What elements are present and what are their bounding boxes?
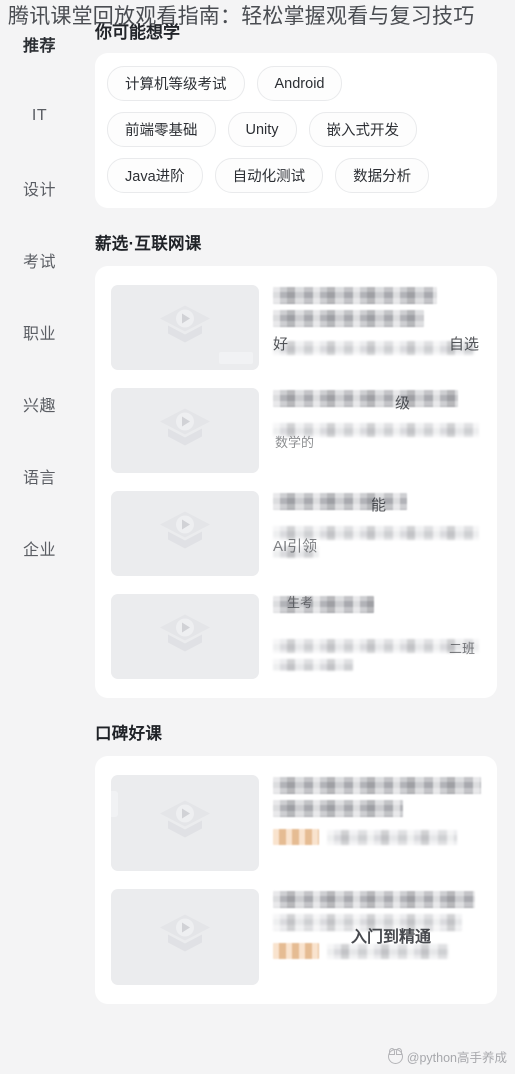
course-placeholder-icon <box>154 505 216 562</box>
course-info: 生考 二班 <box>273 594 483 677</box>
course-placeholder-icon <box>154 909 216 966</box>
course-list-item[interactable]: 级 数学的 <box>95 379 497 482</box>
course-subtitle-redacted <box>327 943 449 959</box>
course-thumbnail <box>111 388 259 473</box>
suggested-tags-card: 计算机等级考试 Android 前端零基础 Unity 嵌入式开发 Java进阶… <box>95 53 497 208</box>
course-thumbnail <box>111 889 259 985</box>
course-info: 能 AI引领 <box>273 491 483 564</box>
course-thumbnail <box>111 491 259 576</box>
tag-chip-frontend-basics[interactable]: 前端零基础 <box>107 112 216 147</box>
category-sidebar: 推荐 IT 设计 考试 职业 兴趣 语言 企业 <box>0 0 79 1074</box>
page-title: 你可能想学 <box>95 23 180 42</box>
course-subtitle-redacted <box>273 423 479 437</box>
sidebar-item-language[interactable]: 语言 <box>0 440 79 512</box>
thumbnail-corner-tag <box>219 352 253 364</box>
course-title-redacted <box>273 891 475 908</box>
sidebar-item-label: 考试 <box>22 254 56 271</box>
panda-avatar-icon <box>387 1048 403 1064</box>
sidebar-item-label: 兴趣 <box>22 398 56 415</box>
course-info: 级 数学的 <box>273 388 483 450</box>
course-subtitle-redacted <box>273 659 353 671</box>
sidebar-item-label: 职业 <box>22 326 56 343</box>
course-promo-line <box>273 943 483 959</box>
promo-badge-redacted <box>273 829 319 845</box>
sidebar-item-label: 语言 <box>22 470 56 487</box>
sidebar-item-label: 推荐 <box>22 38 56 55</box>
tag-row: 前端零基础 Unity 嵌入式开发 <box>107 112 485 147</box>
course-title-redacted <box>273 777 481 794</box>
thumbnail-ribbon <box>111 791 118 817</box>
tag-chip-automation-testing[interactable]: 自动化测试 <box>214 158 324 193</box>
tag-chip-unity[interactable]: Unity <box>227 112 297 147</box>
course-list-item[interactable]: 好 自选 <box>95 276 497 379</box>
tag-row: Java进阶 自动化测试 数据分析 <box>107 158 485 193</box>
sidebar-item-interest[interactable]: 兴趣 <box>0 368 79 440</box>
tag-chip-computer-exam[interactable]: 计算机等级考试 <box>107 66 245 101</box>
course-placeholder-icon <box>154 795 216 852</box>
course-list-item[interactable]: 生考 二班 <box>95 585 497 688</box>
sidebar-item-design[interactable]: 设计 <box>0 152 79 224</box>
promo-badge-redacted <box>273 943 319 959</box>
sidebar-item-label: 企业 <box>22 542 56 559</box>
course-app-screen: 推荐 IT 设计 考试 职业 兴趣 语言 企业 你可能想学 计算机等级考试 An… <box>0 0 515 1074</box>
course-subtitle-redacted <box>273 639 479 653</box>
course-info: 入门到精通 <box>273 889 483 959</box>
course-placeholder-icon <box>154 608 216 665</box>
tag-row: 计算机等级考试 Android <box>107 66 485 101</box>
section-title-internet-courses: 薪选·互联网课 <box>95 235 202 253</box>
sidebar-item-recommend[interactable]: 推荐 <box>0 8 79 80</box>
tag-chip-android[interactable]: Android <box>256 66 343 101</box>
course-title-redacted <box>273 287 437 304</box>
sidebar-item-label: IT <box>31 107 48 124</box>
course-info: 好 自选 <box>273 285 483 361</box>
watermark: @python高手养成 <box>387 1047 507 1066</box>
course-title-redacted <box>273 390 458 407</box>
course-list-item[interactable]: 入门到精通 <box>95 880 497 994</box>
sidebar-item-career[interactable]: 职业 <box>0 296 79 368</box>
course-title-redacted <box>273 596 374 613</box>
sidebar-item-it[interactable]: IT <box>0 80 79 152</box>
sidebar-item-label: 设计 <box>22 182 56 199</box>
course-thumbnail <box>111 285 259 370</box>
course-thumbnail <box>111 594 259 679</box>
tag-chip-data-analysis[interactable]: 数据分析 <box>335 158 430 193</box>
course-title-redacted <box>273 493 408 510</box>
sidebar-item-enterprise[interactable]: 企业 <box>0 512 79 584</box>
course-promo-line <box>273 829 483 845</box>
course-subtitle-redacted <box>273 341 475 355</box>
sidebar-item-exam[interactable]: 考试 <box>0 224 79 296</box>
tag-chip-java-advanced[interactable]: Java进阶 <box>107 158 203 193</box>
course-subtitle-redacted <box>327 829 458 845</box>
course-list-internet-courses: 好 自选 级 数学的 能 AI引领 生考 二班 <box>95 266 497 698</box>
course-placeholder-icon <box>154 402 216 459</box>
tag-chip-embedded-dev[interactable]: 嵌入式开发 <box>308 112 418 147</box>
watermark-text: @python高手养成 <box>406 1051 507 1065</box>
course-thumbnail <box>111 775 259 871</box>
course-title-redacted <box>273 310 425 327</box>
main-content: 你可能想学 计算机等级考试 Android 前端零基础 Unity 嵌入式开发 … <box>79 0 515 1074</box>
course-list-popular-courses: 入门到精通 <box>95 756 497 1004</box>
course-list-item[interactable]: 能 AI引领 <box>95 482 497 585</box>
course-list-item[interactable] <box>95 766 497 880</box>
section-title-popular-courses: 口碑好课 <box>95 725 163 743</box>
course-subtitle-redacted <box>273 526 479 540</box>
course-subtitle-redacted <box>273 546 320 558</box>
course-title-redacted <box>273 914 462 931</box>
course-info <box>273 775 483 845</box>
course-placeholder-icon <box>154 299 216 356</box>
course-title-redacted <box>273 800 404 817</box>
